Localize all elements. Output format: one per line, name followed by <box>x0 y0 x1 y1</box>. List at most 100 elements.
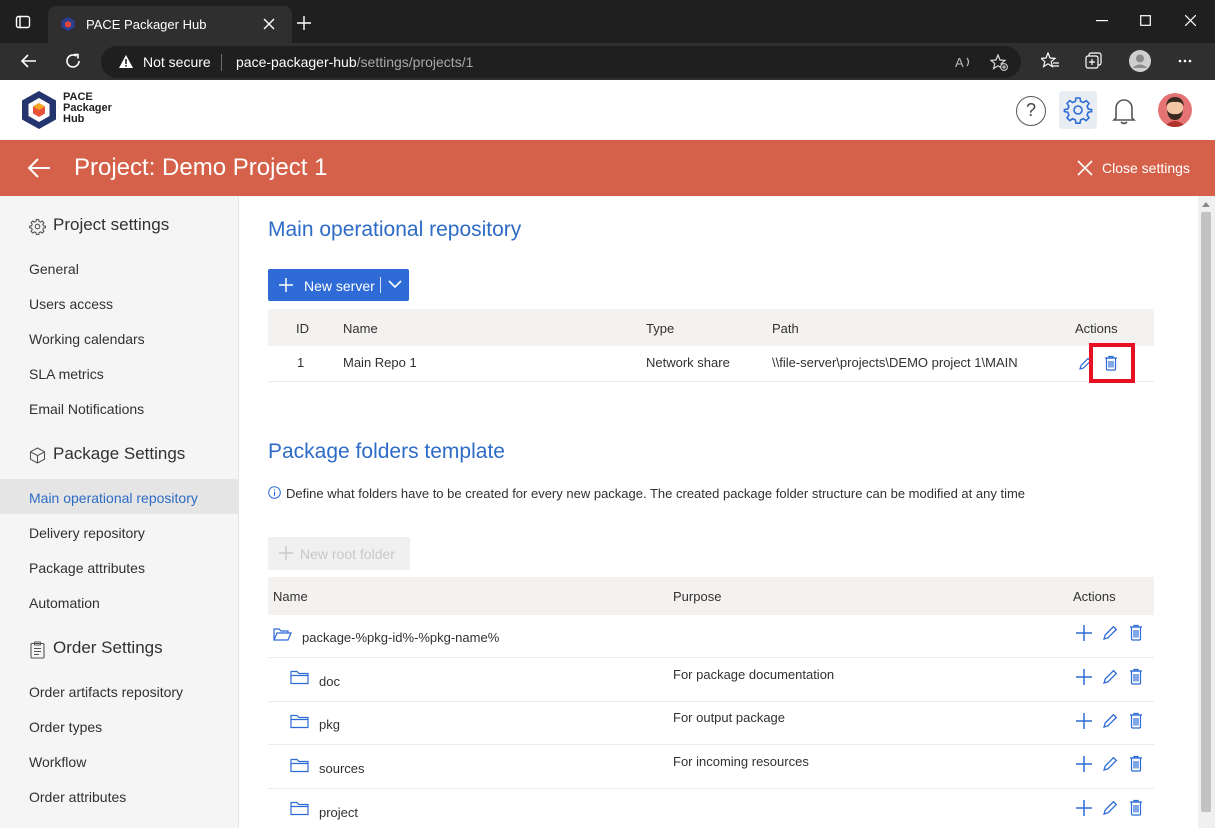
edit-pencil-icon[interactable] <box>1102 713 1118 729</box>
profile-icon[interactable] <box>1129 50 1151 72</box>
favorites-icon[interactable] <box>1041 52 1059 69</box>
add-plus-icon[interactable] <box>1076 669 1092 685</box>
more-menu-icon[interactable] <box>1178 59 1192 63</box>
folder-name: sources <box>319 761 365 776</box>
column-header-id: ID <box>296 321 309 336</box>
sidebar-item-sla-metrics[interactable]: SLA metrics <box>29 366 104 382</box>
add-favorite-icon[interactable] <box>990 54 1008 71</box>
plus-icon <box>279 546 293 560</box>
sidebar-item-order-types[interactable]: Order types <box>29 719 102 735</box>
scrollbar-thumb[interactable] <box>1201 212 1211 812</box>
new-server-label: New server <box>304 278 375 294</box>
sidebar-item-delivery-repository[interactable]: Delivery repository <box>29 525 145 541</box>
tab-actions-icon[interactable] <box>15 14 31 30</box>
column-header-name: Name <box>273 589 308 604</box>
edit-pencil-icon[interactable] <box>1102 756 1118 772</box>
url-path: /settings/projects/1 <box>356 54 474 70</box>
close-settings-button[interactable]: Close settings <box>1102 160 1190 176</box>
minimize-icon[interactable] <box>1096 20 1108 22</box>
sidebar-item-general[interactable]: General <box>29 261 79 277</box>
back-icon[interactable] <box>20 52 38 70</box>
app-header: PACE Packager Hub ? <box>0 80 1215 140</box>
column-header-actions: Actions <box>1075 321 1118 336</box>
delete-trash-icon[interactable] <box>1129 712 1143 729</box>
edit-pencil-icon[interactable] <box>1102 625 1118 641</box>
settings-button[interactable] <box>1059 91 1097 129</box>
sidebar-item-workflow[interactable]: Workflow <box>29 754 86 770</box>
repo-heading: Main operational repository <box>268 218 522 241</box>
add-plus-icon[interactable] <box>1076 713 1092 729</box>
section-title: Order Settings <box>53 638 163 657</box>
folder-row[interactable]: project <box>268 789 1154 828</box>
pace-logo-icon[interactable] <box>21 90 57 130</box>
url-text[interactable]: pace-packager-hub/settings/projects/1 <box>236 54 473 70</box>
folder-name: pkg <box>319 717 340 732</box>
folder-row[interactable]: doc For package documentation <box>268 658 1154 702</box>
button-divider <box>380 277 381 293</box>
collections-icon[interactable] <box>1085 52 1103 70</box>
add-plus-icon[interactable] <box>1076 625 1092 641</box>
scroll-up-icon[interactable] <box>1202 202 1210 207</box>
url-host: pace-packager-hub <box>236 54 357 70</box>
back-arrow-icon[interactable] <box>27 157 51 179</box>
close-settings-icon[interactable] <box>1077 160 1093 176</box>
column-header-actions: Actions <box>1073 589 1116 604</box>
sidebar-item-main-operational-repository[interactable]: Main operational repository <box>29 490 198 506</box>
folder-name: doc <box>319 674 340 689</box>
folder-row[interactable]: sources For incoming resources <box>268 745 1154 789</box>
sidebar-item-order-attributes[interactable]: Order attributes <box>29 789 126 805</box>
delete-trash-icon[interactable] <box>1129 755 1143 772</box>
sidebar-item-package-attributes[interactable]: Package attributes <box>29 560 145 576</box>
clipboard-icon <box>29 641 46 659</box>
refresh-icon[interactable] <box>64 52 82 70</box>
repo-path: \\file-server\projects\DEMO project 1\MA… <box>772 355 1018 370</box>
gear-icon <box>29 218 46 235</box>
sidebar-item-automation[interactable]: Automation <box>29 595 100 611</box>
add-plus-icon[interactable] <box>1076 800 1092 816</box>
maximize-icon[interactable] <box>1140 15 1151 26</box>
sidebar-item-users-access[interactable]: Users access <box>29 296 113 312</box>
sidebar-item-order-artifacts-repository[interactable]: Order artifacts repository <box>29 684 183 700</box>
cube-icon <box>29 447 46 464</box>
sidebar-item-working-calendars[interactable]: Working calendars <box>29 331 145 347</box>
read-aloud-icon[interactable]: A <box>955 54 973 70</box>
new-tab-icon[interactable] <box>297 16 311 30</box>
folder-icon <box>290 758 309 773</box>
notifications-bell-icon[interactable] <box>1111 96 1137 126</box>
folder-icon <box>290 714 309 729</box>
help-button[interactable]: ? <box>1016 96 1046 126</box>
plus-icon <box>278 277 294 293</box>
user-avatar[interactable] <box>1158 93 1192 127</box>
column-header-purpose: Purpose <box>673 589 722 604</box>
warning-icon[interactable] <box>118 54 134 69</box>
edit-pencil-icon[interactable] <box>1102 800 1118 816</box>
delete-trash-icon[interactable] <box>1129 624 1143 641</box>
folder-icon <box>290 801 309 816</box>
close-window-icon[interactable] <box>1185 15 1196 26</box>
folder-row[interactable]: pkg For output package <box>268 702 1154 745</box>
browser-tab[interactable]: PACE Packager Hub <box>48 6 292 43</box>
folder-purpose: For output package <box>673 710 786 725</box>
vertical-scrollbar[interactable] <box>1198 196 1215 828</box>
address-bar[interactable]: Not secure pace-packager-hub/settings/pr… <box>101 46 1021 78</box>
delete-trash-icon[interactable] <box>1129 668 1143 685</box>
table-row[interactable]: 1 Main Repo 1 Network share \\file-serve… <box>268 346 1154 382</box>
folder-purpose: For package documentation <box>673 667 835 682</box>
sidebar-item-email-notifications[interactable]: Email Notifications <box>29 401 144 417</box>
folder-row[interactable]: package-%pkg-id%-%pkg-name% <box>268 615 1154 658</box>
svg-text:A: A <box>955 55 964 70</box>
add-plus-icon[interactable] <box>1076 756 1092 772</box>
repo-type: Network share <box>646 355 730 370</box>
settings-sidebar: Project settings General Users access Wo… <box>0 196 239 828</box>
main-content: Main operational repository New server I… <box>240 196 1198 828</box>
folder-open-icon <box>273 627 292 642</box>
new-root-folder-button[interactable]: New root folder <box>268 537 410 570</box>
section-title: Project settings <box>53 215 170 234</box>
address-divider <box>221 54 222 71</box>
close-tab-icon[interactable] <box>263 18 275 30</box>
edit-pencil-icon[interactable] <box>1102 669 1118 685</box>
delete-trash-icon[interactable] <box>1129 799 1143 816</box>
security-label[interactable]: Not secure <box>143 54 211 70</box>
chevron-down-icon[interactable] <box>388 280 402 289</box>
new-server-button[interactable]: New server <box>268 269 409 301</box>
